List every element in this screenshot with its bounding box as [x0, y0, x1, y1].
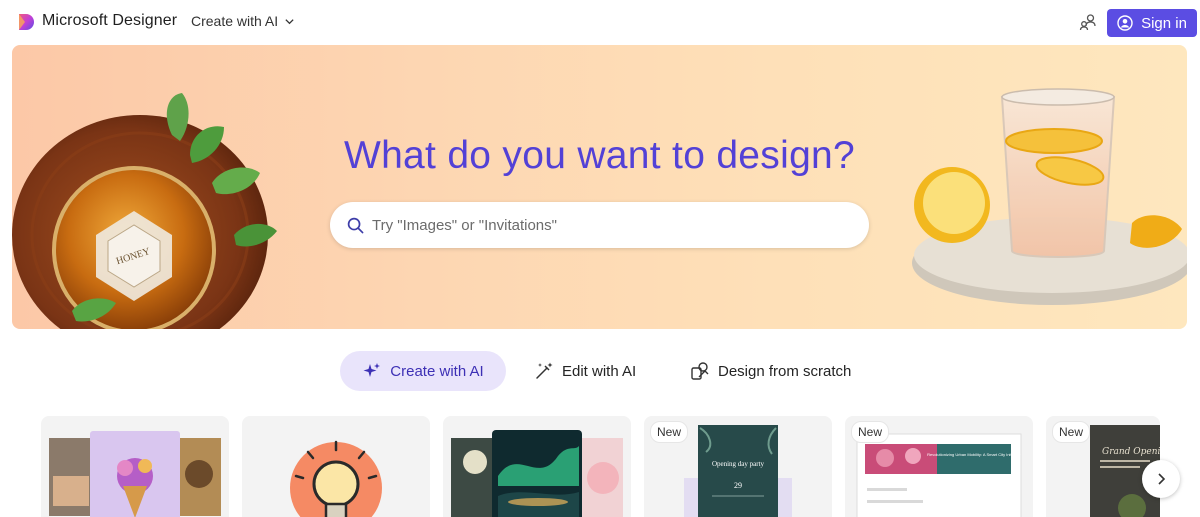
chevron-down-icon	[285, 18, 294, 24]
designer-logo-icon	[19, 14, 34, 30]
card-title: Opening day party	[712, 460, 765, 468]
template-card[interactable]	[41, 416, 229, 517]
shapes-icon	[691, 362, 709, 380]
template-card[interactable]: Opening day party 29 New	[644, 416, 832, 517]
ice-cream-image	[49, 431, 221, 517]
card-title: Revolutionizing Urban Mobility: A Smart …	[927, 452, 1022, 457]
people-icon[interactable]	[1078, 12, 1098, 32]
new-badge: New	[851, 421, 890, 443]
sign-in-label: Sign in	[1141, 14, 1187, 32]
tab-design-from-scratch[interactable]: Design from scratch	[690, 351, 851, 391]
honey-jar-image: HONEY	[12, 93, 277, 329]
lightbulb-image	[290, 440, 382, 517]
tab-create-label: Create with AI	[390, 362, 484, 380]
new-badge: New	[650, 421, 689, 443]
card-day: 29	[734, 481, 742, 490]
search-icon	[347, 217, 364, 234]
top-bar: Microsoft Designer Create with AI Sign i…	[0, 0, 1200, 45]
account-icon	[1117, 15, 1133, 31]
new-badge: New	[1052, 421, 1091, 443]
aurora-image	[451, 430, 623, 517]
template-card[interactable]	[242, 416, 430, 517]
create-with-ai-menu[interactable]: Create with AI	[191, 13, 295, 29]
sparkle-icon	[363, 363, 381, 377]
tab-create-with-ai[interactable]: Create with AI	[340, 351, 506, 391]
template-card[interactable]: Revolutionizing Urban Mobility: A Smart …	[845, 416, 1033, 517]
chevron-right-icon	[1158, 473, 1166, 485]
tab-edit-with-ai[interactable]: Edit with AI	[534, 351, 636, 391]
search-input[interactable]	[372, 202, 852, 248]
create-menu-label: Create with AI	[191, 13, 279, 29]
search-box[interactable]	[330, 202, 869, 248]
app-title[interactable]: Microsoft Designer	[42, 12, 177, 30]
template-card[interactable]: Grand Opening New	[1046, 416, 1160, 517]
template-card[interactable]	[443, 416, 631, 517]
tab-scratch-label: Design from scratch	[718, 362, 852, 380]
sign-in-button[interactable]: Sign in	[1107, 9, 1197, 37]
carousel-next-button[interactable]	[1142, 460, 1180, 498]
magic-wand-icon	[536, 362, 553, 379]
tab-edit-label: Edit with AI	[562, 362, 637, 380]
card-title: Grand Opening	[1102, 447, 1160, 457]
hero-banner: HONEY What do you want to design?	[12, 45, 1187, 329]
lemon-water-image	[912, 88, 1187, 305]
